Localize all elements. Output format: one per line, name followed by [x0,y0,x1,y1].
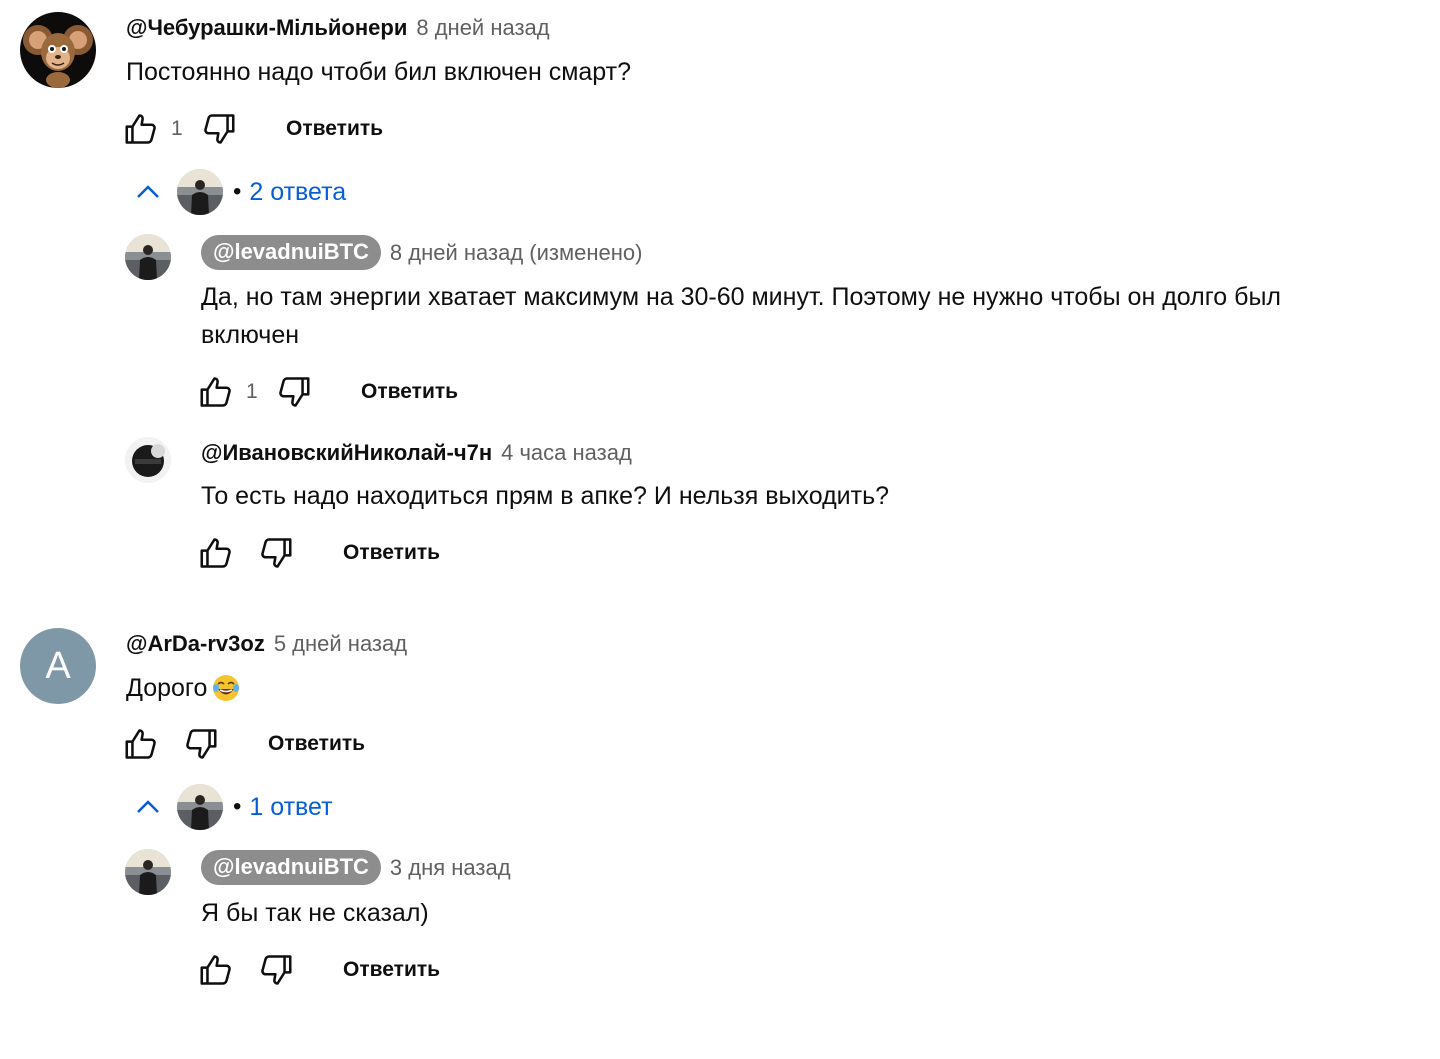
reply-author-chip[interactable]: @levadnuiBTC [201,235,381,270]
thumb-up-icon[interactable] [196,372,236,412]
reply-time[interactable]: 3 дня назад [390,855,511,881]
comment-text-content: Дорого [126,674,208,702]
comment-header: @ArDa-rv3oz 5 дней назад [126,631,407,657]
thumb-down-icon[interactable] [274,372,314,412]
reply-text: То есть надо находиться прям в апке? И н… [201,482,890,510]
comment-author[interactable]: @ArDa-rv3oz [126,631,265,657]
thumb-up-icon[interactable] [196,533,236,573]
avatar[interactable] [20,12,96,88]
reply-button[interactable]: Ответить [343,541,440,565]
face-with-tears-of-joy-icon [211,673,241,703]
comment-time[interactable]: 8 дней назад [416,15,549,41]
thumb-up-icon[interactable] [121,724,161,764]
reply-time[interactable]: 4 часа назад [501,440,632,466]
comment-text: Постоянно надо чтоби бил включен смарт? [126,58,632,86]
like-count: 1 [246,380,258,403]
reply-header: @levadnuiBTC 3 дня назад [201,850,511,885]
reply-text: Да, но там энергии хватает максимум на 3… [201,283,1282,349]
thumb-up-icon[interactable] [121,109,161,149]
replies-count-link[interactable]: 2 ответа [249,178,346,207]
comment-actions: Ответить [121,724,365,764]
reply-button[interactable]: Ответить [361,380,458,404]
chevron-up-icon[interactable] [133,177,163,207]
avatar[interactable]: A [20,628,96,704]
comment-header: @Чебурашки-Мільйонери 8 дней назад [126,15,550,41]
reply-text: Я бы так не сказал) [201,899,429,927]
reply-time[interactable]: 8 дней назад (изменено) [390,240,643,266]
chevron-up-icon[interactable] [133,792,163,822]
reply-author-chip[interactable]: @levadnuiBTC [201,850,381,885]
comment-time[interactable]: 5 дней назад [274,631,407,657]
replies-toggle[interactable]: • 2 ответа [133,168,346,216]
reply-header: @levadnuiBTC 8 дней назад (изменено) [201,235,642,270]
reply-author[interactable]: @ИвановскийНиколай-ч7н [201,440,492,466]
avatar [177,784,223,830]
comment-text: Дорого [126,669,241,707]
thumb-up-icon[interactable] [196,950,236,990]
reply-header: @ИвановскийНиколай-ч7н 4 часа назад [201,440,632,466]
reply-button[interactable]: Ответить [286,117,383,141]
avatar-letter: A [45,644,71,687]
like-count: 1 [171,117,183,140]
separator-dot: • [233,793,242,820]
avatar[interactable] [125,437,171,483]
thumb-down-icon[interactable] [181,724,221,764]
avatar[interactable] [125,234,171,280]
reply-button[interactable]: Ответить [268,732,365,756]
comment-author[interactable]: @Чебурашки-Мільйонери [126,15,407,41]
avatar [177,169,223,215]
thumb-down-icon[interactable] [256,533,296,573]
reply-actions: Ответить [196,950,440,990]
avatar[interactable] [125,849,171,895]
comment-actions: 1 Ответить [121,109,383,149]
reply-actions: Ответить [196,533,440,573]
thumb-down-icon[interactable] [199,109,239,149]
replies-toggle[interactable]: • 1 ответ [133,783,333,831]
thumb-down-icon[interactable] [256,950,296,990]
reply-button[interactable]: Ответить [343,958,440,982]
separator-dot: • [233,178,242,205]
replies-count-link[interactable]: 1 ответ [249,793,332,822]
reply-actions: 1 Ответить [196,372,458,412]
